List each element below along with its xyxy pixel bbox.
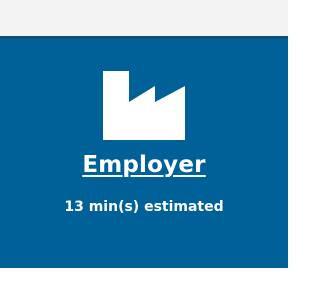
card-title: Employer bbox=[82, 152, 206, 178]
employer-card[interactable]: Employer 13 min(s) estimated bbox=[0, 36, 288, 268]
estimated-time: 13 min(s) estimated bbox=[64, 199, 224, 215]
icon-container bbox=[102, 70, 186, 140]
factory-icon bbox=[103, 71, 185, 140]
top-strip bbox=[0, 0, 288, 36]
page: Employer 13 min(s) estimated bbox=[0, 0, 288, 288]
